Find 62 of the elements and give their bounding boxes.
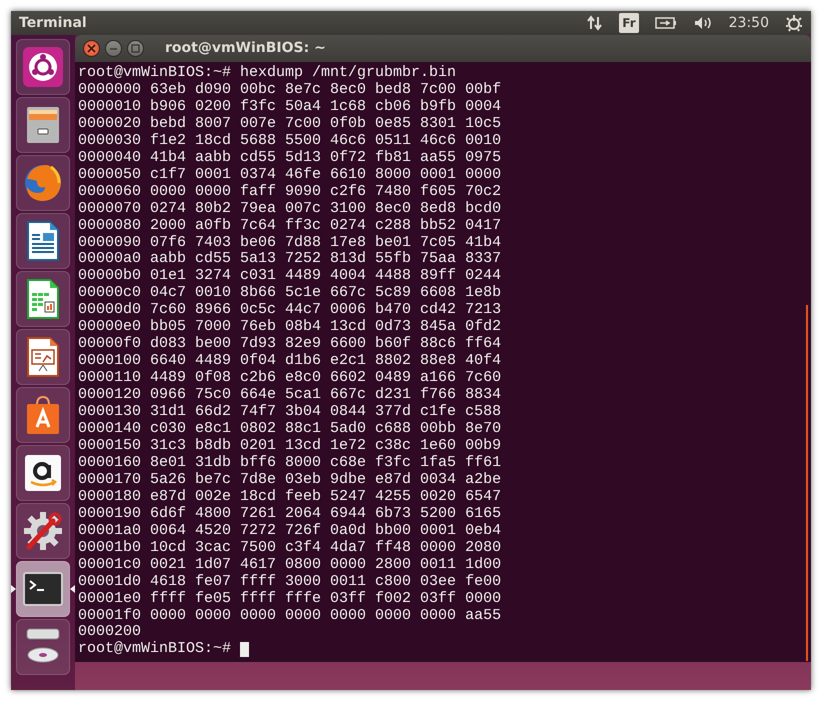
launcher-button[interactable] (16, 213, 70, 269)
text-cursor (240, 642, 250, 658)
terminal-prompt: root@vmWinBIOS:~# (78, 641, 232, 658)
terminal-line: 0000170 5a26 be7c 7d8e 03eb 9dbe e87d 0034 a2be (78, 472, 502, 489)
terminal-line: 0000010 b906 0200 f3fc 50a4 1c68 cb06 b9fb 0004 (78, 98, 502, 116)
keyboard-layout-indicator[interactable]: Fr (619, 13, 639, 33)
terminal-line: 0000150 31c3 b8db 0201 13cd 1e72 c38c 1e60 00b9 (78, 438, 502, 455)
launcher-button[interactable] (16, 39, 70, 95)
terminal-line: 00001d0 4618 fe07 ffff 3000 0011 c800 03ee fe00 (78, 574, 502, 591)
terminal-line: 0000130 31d1 66d2 74f7 3b04 0844 377d c1fe c588 (78, 404, 502, 421)
window-title: root@vmWinBIOS: ~ (165, 39, 326, 58)
terminal-line: 0000030 f1e2 18cd 5688 5500 46c6 0511 46c6 0010 (78, 132, 502, 150)
launcher-button[interactable] (16, 329, 70, 385)
battery-icon[interactable] (654, 16, 677, 30)
terminal-line: 0000190 6d6f 4800 7261 2064 6944 6b73 5200 6165 (78, 506, 502, 523)
terminal-line: 00001a0 0064 4520 7272 726f 0a0d bb00 0001 0eb4 (78, 522, 502, 540)
terminal-line: 00000f0 d083 be00 7d93 82e9 6600 b60f 88c6 ff64 (78, 336, 502, 353)
power-gear-icon[interactable] (785, 14, 803, 32)
close-button[interactable] (83, 40, 100, 57)
terminal-line: 0000100 6640 4489 0f04 d1b6 e2c1 8802 88e8 40f4 (78, 353, 502, 370)
terminal-line: 0000160 8e01 31db bff6 8000 c68e f3fc 1fa5 ff61 (78, 454, 502, 472)
minimize-button[interactable] (105, 40, 122, 57)
launcher-button[interactable] (16, 97, 70, 153)
volume-icon[interactable] (692, 15, 713, 31)
terminal-line: 0000140 c030 e8c1 0802 88c1 5ad0 c688 00bb 8e70 (78, 421, 502, 438)
terminal-line: 0000050 c1f7 0001 0374 46fe 6610 8000 0001 0000 (78, 166, 502, 184)
clock[interactable]: 23:50 (728, 12, 769, 34)
terminal-line: 00000d0 7c60 8966 0c5c 44c7 0006 b470 cd42 7213 (78, 302, 502, 319)
terminal-line: 00001f0 0000 0000 0000 0000 0000 0000 0000 aa55 (78, 608, 502, 624)
maximize-icon (131, 44, 140, 53)
launcher-button[interactable] (16, 503, 70, 559)
terminal-line: 00000c0 04c7 0010 8b66 5c1e 667c 5c89 6608 1e8b (78, 285, 502, 302)
launcher-button[interactable] (16, 445, 70, 501)
running-indicator-icon (11, 585, 16, 593)
terminal-line: 0000180 e87d 002e 18cd feeb 5247 4255 0020 6547 (78, 488, 502, 506)
app-title: Terminal (19, 14, 87, 32)
terminal-line: 0000110 4489 0f08 c2b6 e8c0 6602 0489 a166 7c60 (78, 370, 502, 387)
circle-logo-icon (21, 45, 65, 89)
launcher-button[interactable] (16, 387, 70, 443)
terminal-line: 0000120 0966 75c0 664e 5ca1 667c d231 f766 8834 (78, 387, 502, 404)
terminal-line: 0000200 (78, 624, 142, 641)
terminal-line: 0000040 41b4 aabb cd55 5d13 0f72 fb81 aa55 0975 (78, 150, 502, 167)
maximize-button[interactable] (127, 40, 144, 57)
terminal-line: 00001c0 0021 1d07 4617 0800 0000 2800 0011 1d00 (78, 556, 502, 574)
launcher-button[interactable] (16, 619, 70, 675)
terminal-line: 0000070 0274 80b2 79ea 007c 3100 8ec0 8ed8 bcd0 (78, 200, 502, 218)
terminal-line: 00000e0 bb05 7000 76eb 08b4 13cd 0d73 845a 0fd2 (78, 319, 502, 336)
terminal-line: 00001b0 10cd 3cac 7500 c3f4 4da7 ff48 0000 2080 (78, 540, 502, 557)
terminal-line: 00000a0 aabb cd55 5a13 7252 813d 55fb 75aa 8337 (78, 251, 502, 268)
terminal-line: 0000080 2000 a0fb 7c64 ff3c 0274 c288 bb52 0417 (78, 218, 502, 235)
terminal-line: root@vmWinBIOS:~# hexdump /mnt/grubmbr.bin (78, 65, 456, 82)
terminal-line: 0000090 07f6 7403 be06 7d88 17e8 be01 7c05 41b4 (78, 234, 502, 251)
launcher-button[interactable] (16, 271, 70, 327)
gear-wrench-icon (21, 509, 65, 553)
terminal-line: 0000020 bebd 8007 007e 7c00 0f0b 0e85 8301 10c5 (78, 116, 502, 133)
network-arrows-icon[interactable] (587, 15, 604, 31)
terminal-line: 0000060 0000 0000 faff 9090 c2f6 7480 f605 70c2 (78, 184, 502, 201)
terminal-line: 00000b0 01e1 3274 c031 4489 4004 4488 89ff 0244 (78, 268, 502, 285)
close-icon (87, 44, 96, 53)
launcher-button[interactable] (16, 561, 70, 617)
terminal-line: 00001e0 ffff fe05 ffff fffe 03ff f002 03ff 0000 (78, 590, 502, 608)
terminal-line: 0000000 63eb d090 00bc 8e7c 8ec0 bed8 7c00 00bf (78, 82, 502, 99)
